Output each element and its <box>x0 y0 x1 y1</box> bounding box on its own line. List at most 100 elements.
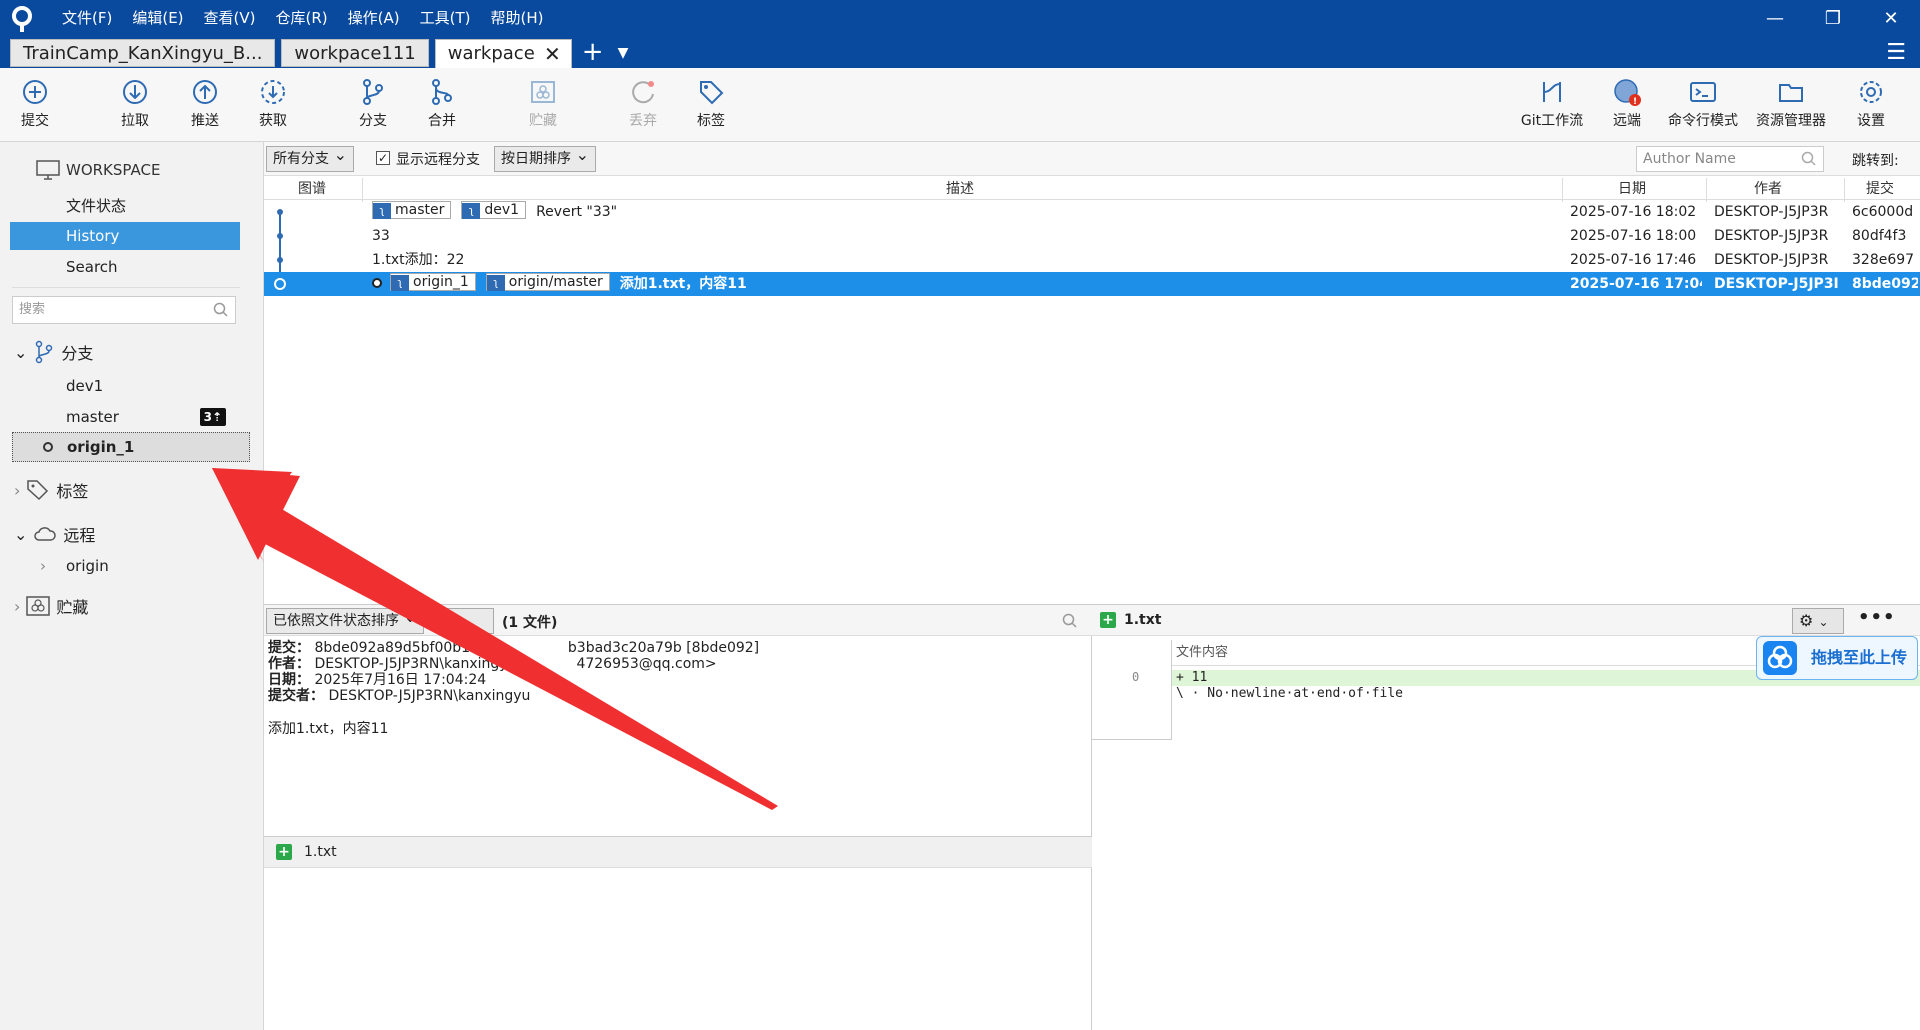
tab-close-icon[interactable]: ✕ <box>544 40 561 68</box>
view-mode-dropdown[interactable] <box>438 608 494 634</box>
commit-button[interactable]: 提交 <box>0 78 70 130</box>
jump-to-label[interactable]: 跳转到: <box>1852 150 1899 170</box>
menu-view[interactable]: 查看(V) <box>194 8 266 28</box>
commit-line: 提交： 8bde092a89d5bf00b129 b3bad3c20a79b [8… <box>268 640 760 656</box>
toolbar: 提交 拉取 推送 获取 分支 合并 贮藏 丢弃 标签 Git工作流 ! 远端 命… <box>0 68 1920 142</box>
branch-icon: ʅ <box>462 203 481 219</box>
menu-tools[interactable]: 工具(T) <box>410 8 481 28</box>
menu-help[interactable]: 帮助(H) <box>480 8 553 28</box>
pull-button[interactable]: 拉取 <box>100 78 170 130</box>
chevron-down-icon: ⌄ <box>14 524 28 544</box>
commit-sha-tail: b3bad3c20a79b [8bde092] <box>567 640 760 656</box>
window-controls: — ❐ ✕ <box>1746 0 1920 36</box>
sidebar-item-master[interactable]: master 3⇡ <box>10 403 240 431</box>
col-graph[interactable]: 图谱 <box>298 178 326 198</box>
restore-icon[interactable]: ❐ <box>1804 0 1862 36</box>
tab-traincamp[interactable]: TrainCamp_KanXingyu_B... <box>10 39 276 67</box>
terminal-label: 命令行模式 <box>1668 113 1738 129</box>
push-button[interactable]: 推送 <box>170 78 240 130</box>
sidebar-item-origin-1[interactable]: origin_1 <box>12 432 250 462</box>
sidebar-search-input[interactable]: 搜索 <box>12 296 236 324</box>
gear-dropdown[interactable]: ⚙ ⌄ <box>1792 608 1844 634</box>
col-date[interactable]: 日期 <box>1618 178 1646 198</box>
show-remote-checkbox[interactable]: ✓ <box>376 151 390 165</box>
branches-label: 分支 <box>61 344 94 363</box>
gitflow-button[interactable]: Git工作流 <box>1516 78 1588 130</box>
remotes-label: 远程 <box>63 526 96 545</box>
tab-workpace111[interactable]: workpace111 <box>281 39 429 67</box>
stash-label: 贮藏 <box>529 113 557 129</box>
sidebar-item-file-status[interactable]: 文件状态 <box>10 192 240 220</box>
remote-button[interactable]: ! 远端 <box>1592 78 1662 130</box>
new-tab-icon[interactable]: + <box>578 38 608 68</box>
branches-section[interactable]: ⌄ 分支 <box>14 340 93 364</box>
commit-date: 2025-07-16 18:02 <box>1570 204 1697 220</box>
branch-icon <box>36 340 53 364</box>
branch-ref: ʅ master <box>372 201 452 219</box>
tab-menu-icon[interactable]: ▼ <box>614 38 633 68</box>
sidebar-item-dev1[interactable]: dev1 <box>10 372 240 400</box>
remotes-section[interactable]: ⌄ 远程 <box>14 522 95 546</box>
workspace-header: WORKSPACE <box>36 160 160 180</box>
explorer-button[interactable]: 资源管理器 <box>1748 78 1834 130</box>
commit-date: 2025-07-16 17:04 <box>1570 276 1702 292</box>
commit-row-selected[interactable]: ʅ origin_1 ʅ origin/master 添加1.txt，内容11 2025… <box>264 272 1920 296</box>
upload-drop-zone[interactable]: 拖拽至此上传 <box>1756 636 1918 680</box>
changed-file-row[interactable]: + 1.txt <box>264 836 1092 868</box>
branch-button[interactable]: 分支 <box>338 78 408 130</box>
commit-message: 33 <box>372 228 390 244</box>
search-icon[interactable] <box>1062 613 1078 629</box>
branch-icon <box>363 79 383 105</box>
author-filter-input[interactable]: Author Name <box>1636 146 1824 172</box>
title-bar: 文件(F) 编辑(E) 查看(V) 仓库(R) 操作(A) 工具(T) 帮助(H… <box>0 0 1920 69</box>
sort-by-status-dropdown[interactable]: 已依照文件状态排序 <box>266 605 424 634</box>
commit-author: DESKTOP-J5JP3R <box>1714 204 1829 220</box>
tab-label: warkpace <box>447 43 535 64</box>
merge-button[interactable]: 合并 <box>407 78 477 130</box>
minimize-icon[interactable]: — <box>1746 0 1804 36</box>
commit-row[interactable]: ʅ master ʅ dev1 Revert "33" 2025-07-16 18:02… <box>264 200 1920 224</box>
hamburger-icon[interactable]: ☰ <box>1886 40 1906 65</box>
menu-actions[interactable]: 操作(A) <box>338 8 410 28</box>
chevron-down-icon: ⌄ <box>1818 615 1829 629</box>
commit-author: DESKTOP-J5JP3I <box>1714 276 1839 292</box>
divider <box>1562 178 1563 202</box>
committer-line: 提交者： DESKTOP-J5JP3RN\kanxingyu <box>268 688 531 704</box>
remote-label: 远端 <box>1613 113 1641 129</box>
commit-date: 2025-07-16 18:00 <box>1570 228 1697 244</box>
workspace-label: WORKSPACE <box>66 161 161 179</box>
tag-button[interactable]: 标签 <box>676 78 746 130</box>
menu-edit[interactable]: 编辑(E) <box>122 8 193 28</box>
col-commit[interactable]: 提交 <box>1866 178 1894 198</box>
commit-message: 添加1.txt，内容11 <box>619 276 747 292</box>
terminal-icon <box>1690 82 1716 102</box>
tab-warkpace[interactable]: warkpace ✕ <box>434 39 572 69</box>
commit-row[interactable]: 33 2025-07-16 18:00 DESKTOP-J5JP3R 80df4… <box>264 224 1920 248</box>
cloud-icon <box>34 527 57 541</box>
stash-button[interactable]: 贮藏 <box>508 78 578 130</box>
menu-repository[interactable]: 仓库(R) <box>266 8 338 28</box>
menu-file[interactable]: 文件(F) <box>52 8 122 28</box>
sort-date-dropdown[interactable]: 按日期排序 <box>494 143 596 172</box>
terminal-button[interactable]: 命令行模式 <box>1662 78 1744 130</box>
stashes-section[interactable]: › 贮藏 <box>14 594 88 618</box>
col-author[interactable]: 作者 <box>1754 178 1782 198</box>
svg-text:!: ! <box>1633 97 1637 106</box>
fetch-button[interactable]: 获取 <box>238 78 308 130</box>
settings-button[interactable]: 设置 <box>1836 78 1906 130</box>
discard-button[interactable]: 丢弃 <box>608 78 678 130</box>
all-branches-dropdown[interactable]: 所有分支 <box>266 143 354 172</box>
close-icon[interactable]: ✕ <box>1862 0 1920 36</box>
more-icon[interactable]: ••• <box>1858 607 1896 628</box>
history-filter-bar: 所有分支 ✓ 显示远程分支 按日期排序 Author Name 跳转到: <box>264 142 1920 176</box>
sidebar-item-search[interactable]: Search <box>10 253 240 281</box>
commit-row[interactable]: 1.txt添加：22 2025-07-16 17:46 DESKTOP-J5JP… <box>264 248 1920 272</box>
file-name: 1.txt <box>304 844 337 860</box>
sidebar-item-history[interactable]: History <box>10 222 240 250</box>
col-description[interactable]: 描述 <box>946 178 974 198</box>
discard-icon <box>632 81 654 104</box>
tags-section[interactable]: › 标签 <box>14 478 88 502</box>
commit-label: 提交 <box>21 113 49 129</box>
sidebar-item-origin[interactable]: › origin <box>10 552 240 580</box>
search-icon <box>213 302 228 317</box>
